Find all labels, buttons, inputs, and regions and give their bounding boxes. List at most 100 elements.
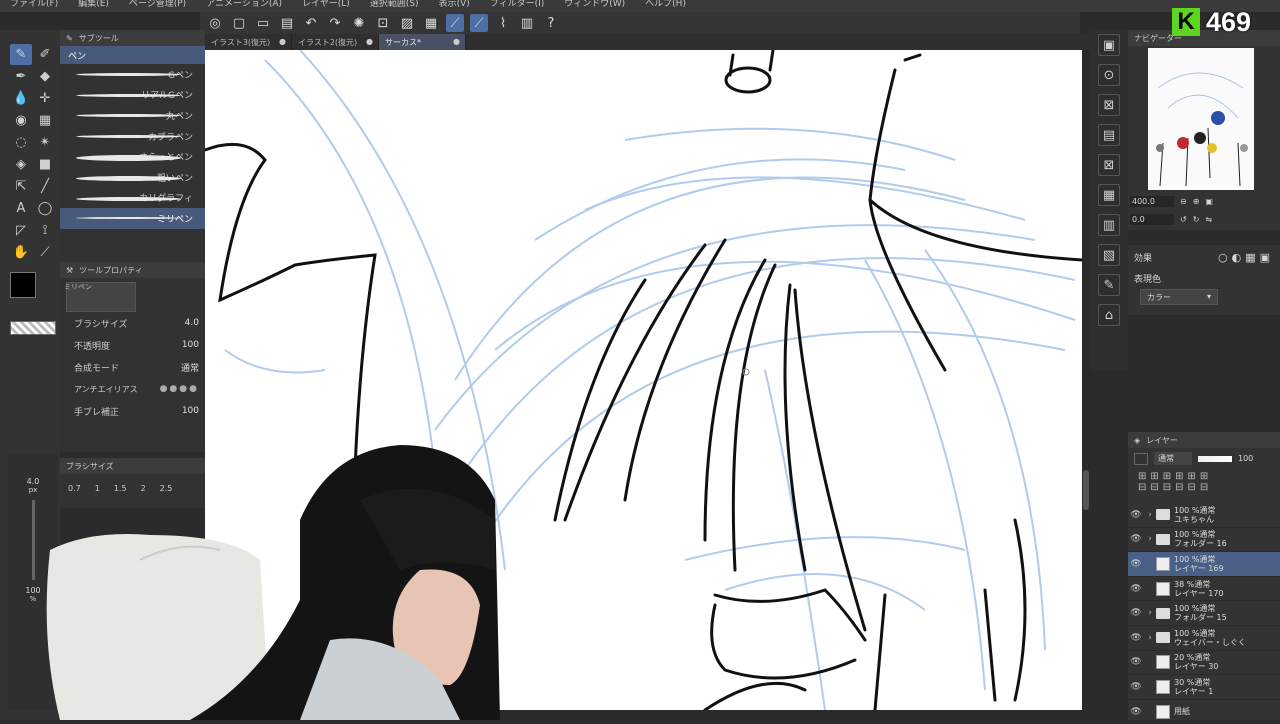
- color-expression-select[interactable]: カラー ▾: [1140, 289, 1218, 305]
- transform-icon[interactable]: ⊡: [374, 14, 392, 32]
- transparent-color-swatch[interactable]: [10, 321, 56, 335]
- menu-layer[interactable]: レイヤー(L): [302, 0, 350, 12]
- timeline-icon[interactable]: ▧: [1098, 244, 1120, 266]
- fit-icon[interactable]: ▣: [1205, 197, 1213, 206]
- close-icon[interactable]: ●: [279, 37, 286, 46]
- brush-item-kabura-pen[interactable]: カブラペン: [60, 126, 205, 147]
- new-file-icon[interactable]: ▢: [230, 14, 248, 32]
- layer-opacity-value[interactable]: 100: [1238, 454, 1253, 463]
- size-option[interactable]: 1.5: [114, 484, 127, 493]
- eye-icon[interactable]: 👁: [1128, 559, 1144, 569]
- brush-item-round-pen[interactable]: 丸ペン: [60, 105, 205, 126]
- opacity-value[interactable]: 100: [182, 340, 199, 350]
- tab-circus[interactable]: サーカス* ●: [379, 34, 466, 50]
- loading-icon[interactable]: ✺: [350, 14, 368, 32]
- scroll-thumb[interactable]: [1083, 470, 1089, 510]
- memo-icon[interactable]: ▥: [518, 14, 536, 32]
- layer-toolbar-icons[interactable]: ⊞⊞⊞⊞⊞⊞ ⊟⊟⊟⊟⊟⊟: [1128, 469, 1280, 503]
- menu-selection[interactable]: 選択範囲(S): [370, 0, 419, 12]
- pen-tool-icon[interactable]: ✎: [10, 44, 32, 65]
- layer-row[interactable]: 👁 › 100 %通常 ユキちゃん: [1128, 503, 1280, 528]
- zoom-in-icon[interactable]: ⊕: [1193, 197, 1200, 206]
- text-tool-icon[interactable]: A: [10, 198, 32, 219]
- redo-icon[interactable]: ↷: [326, 14, 344, 32]
- layer-row[interactable]: 👁 30 %通常 レイヤー 1: [1128, 675, 1280, 700]
- brush-item-smooth-pen[interactable]: さらっとペン: [60, 146, 205, 167]
- brush-item-gpen[interactable]: Gペン: [60, 64, 205, 85]
- effects-icons[interactable]: ○◐▦▣: [1218, 251, 1274, 264]
- layer-row[interactable]: 👁 38 %通常 レイヤー 170: [1128, 577, 1280, 602]
- chevron-right-icon[interactable]: ›: [1144, 633, 1156, 643]
- blend-mode-select[interactable]: 通常: [181, 361, 199, 374]
- eyedropper-tool-icon[interactable]: ⟋: [34, 242, 56, 263]
- decoration-tool-icon[interactable]: ▦: [34, 110, 56, 131]
- eye-icon[interactable]: 👁: [1128, 633, 1144, 643]
- hand-tool-icon[interactable]: ✋: [10, 242, 32, 263]
- menu-file[interactable]: ファイル(F): [10, 0, 58, 12]
- tab-illust3[interactable]: イラスト3(復元) ●: [205, 34, 292, 50]
- menu-animation[interactable]: アニメーション(A): [206, 0, 282, 12]
- move-tool-icon[interactable]: ✛: [34, 88, 56, 109]
- brush-size-row[interactable]: ブラシサイズ 4.0: [60, 312, 205, 334]
- snap-ruler-icon[interactable]: ⟋: [446, 14, 464, 32]
- eye-icon[interactable]: 👁: [1128, 534, 1144, 544]
- layer-row[interactable]: 👁 › 100 %通常 フォルダー 15: [1128, 601, 1280, 626]
- zoom-value[interactable]: 400.0: [1130, 196, 1174, 207]
- menu-view[interactable]: 表示(V): [439, 0, 470, 12]
- menu-window[interactable]: ウィンドウ(W): [564, 0, 625, 12]
- brush-item-real-gpen[interactable]: リアルGペン: [60, 85, 205, 106]
- tab-illust2[interactable]: イラスト2(復元) ●: [292, 34, 379, 50]
- sub-view-icon[interactable]: ⊙: [1098, 64, 1120, 86]
- close-icon[interactable]: ●: [453, 37, 460, 46]
- eye-icon[interactable]: 👁: [1128, 608, 1144, 618]
- menu-help[interactable]: ヘルプ(H): [645, 0, 686, 12]
- rotate-left-icon[interactable]: ↺: [1180, 215, 1187, 224]
- vertical-scrollbar[interactable]: [1082, 50, 1090, 710]
- brush-size-value[interactable]: 4.0: [185, 318, 199, 328]
- pencil-tool-icon[interactable]: ✐: [34, 44, 56, 65]
- layer-opacity-slider[interactable]: [1198, 455, 1232, 462]
- flip-icon[interactable]: ⇋: [1205, 215, 1212, 224]
- layer-row[interactable]: 👁 › 100 %通常 フォルダー 16: [1128, 528, 1280, 553]
- chevron-right-icon[interactable]: ›: [1144, 608, 1156, 618]
- size-option[interactable]: 1: [95, 484, 100, 493]
- help-icon[interactable]: ?: [542, 14, 560, 32]
- close-icon[interactable]: ●: [366, 37, 373, 46]
- figure-tool-icon[interactable]: ╱: [34, 176, 56, 197]
- navigator-thumbnail[interactable]: [1148, 48, 1254, 190]
- layer-blend-select[interactable]: 通常: [1154, 452, 1192, 465]
- airbrush-tool-icon[interactable]: ◉: [10, 110, 32, 131]
- ruler-tool-icon[interactable]: ⟟: [34, 220, 56, 241]
- layer-row[interactable]: 👁 用紙: [1128, 700, 1280, 724]
- eye-icon[interactable]: 👁: [1128, 682, 1144, 692]
- material-icon[interactable]: ⊠: [1098, 94, 1120, 116]
- rotate-right-icon[interactable]: ↻: [1193, 215, 1200, 224]
- eye-icon[interactable]: 👁: [1128, 510, 1144, 520]
- layer-property-icon[interactable]: ▤: [1098, 124, 1120, 146]
- snap-special-ruler-icon[interactable]: ⟋: [470, 14, 488, 32]
- layer-color-swatch[interactable]: [1134, 452, 1148, 465]
- eye-icon[interactable]: 👁: [1128, 584, 1144, 594]
- layer-row[interactable]: 👁 100 %通常 レイヤー 169: [1128, 552, 1280, 577]
- history-icon[interactable]: ▥: [1098, 214, 1120, 236]
- save-icon[interactable]: ▤: [278, 14, 296, 32]
- blend-mode-row[interactable]: 合成モード 通常: [60, 356, 205, 378]
- antialias-options[interactable]: ●●●●: [160, 384, 199, 394]
- layer-row[interactable]: 👁 20 %通常 レイヤー 30: [1128, 651, 1280, 676]
- menu-edit[interactable]: 編集(E): [78, 0, 109, 12]
- fill-bucket-icon[interactable]: ◈: [10, 154, 32, 175]
- opacity-row[interactable]: 不透明度 100: [60, 334, 205, 356]
- open-folder-icon[interactable]: ▭: [254, 14, 272, 32]
- layer-row[interactable]: 👁 › 100 %通常 ウェイバー・しぐく: [1128, 626, 1280, 651]
- stabilization-row[interactable]: 手ブレ補正 100: [60, 400, 205, 422]
- eye-icon[interactable]: 👁: [1128, 707, 1144, 717]
- chevron-right-icon[interactable]: ›: [1144, 534, 1156, 544]
- brush-item-milli-pen[interactable]: ミリペン: [60, 208, 205, 229]
- frame-tool-icon[interactable]: ◸: [10, 220, 32, 241]
- clear-icon[interactable]: ▨: [398, 14, 416, 32]
- size-slider[interactable]: [31, 500, 35, 580]
- drawing-canvas[interactable]: [205, 50, 1082, 710]
- stabilization-value[interactable]: 100: [182, 406, 199, 416]
- subtool-group-tab[interactable]: ペン: [60, 46, 205, 64]
- main-color-swatch[interactable]: [10, 272, 36, 298]
